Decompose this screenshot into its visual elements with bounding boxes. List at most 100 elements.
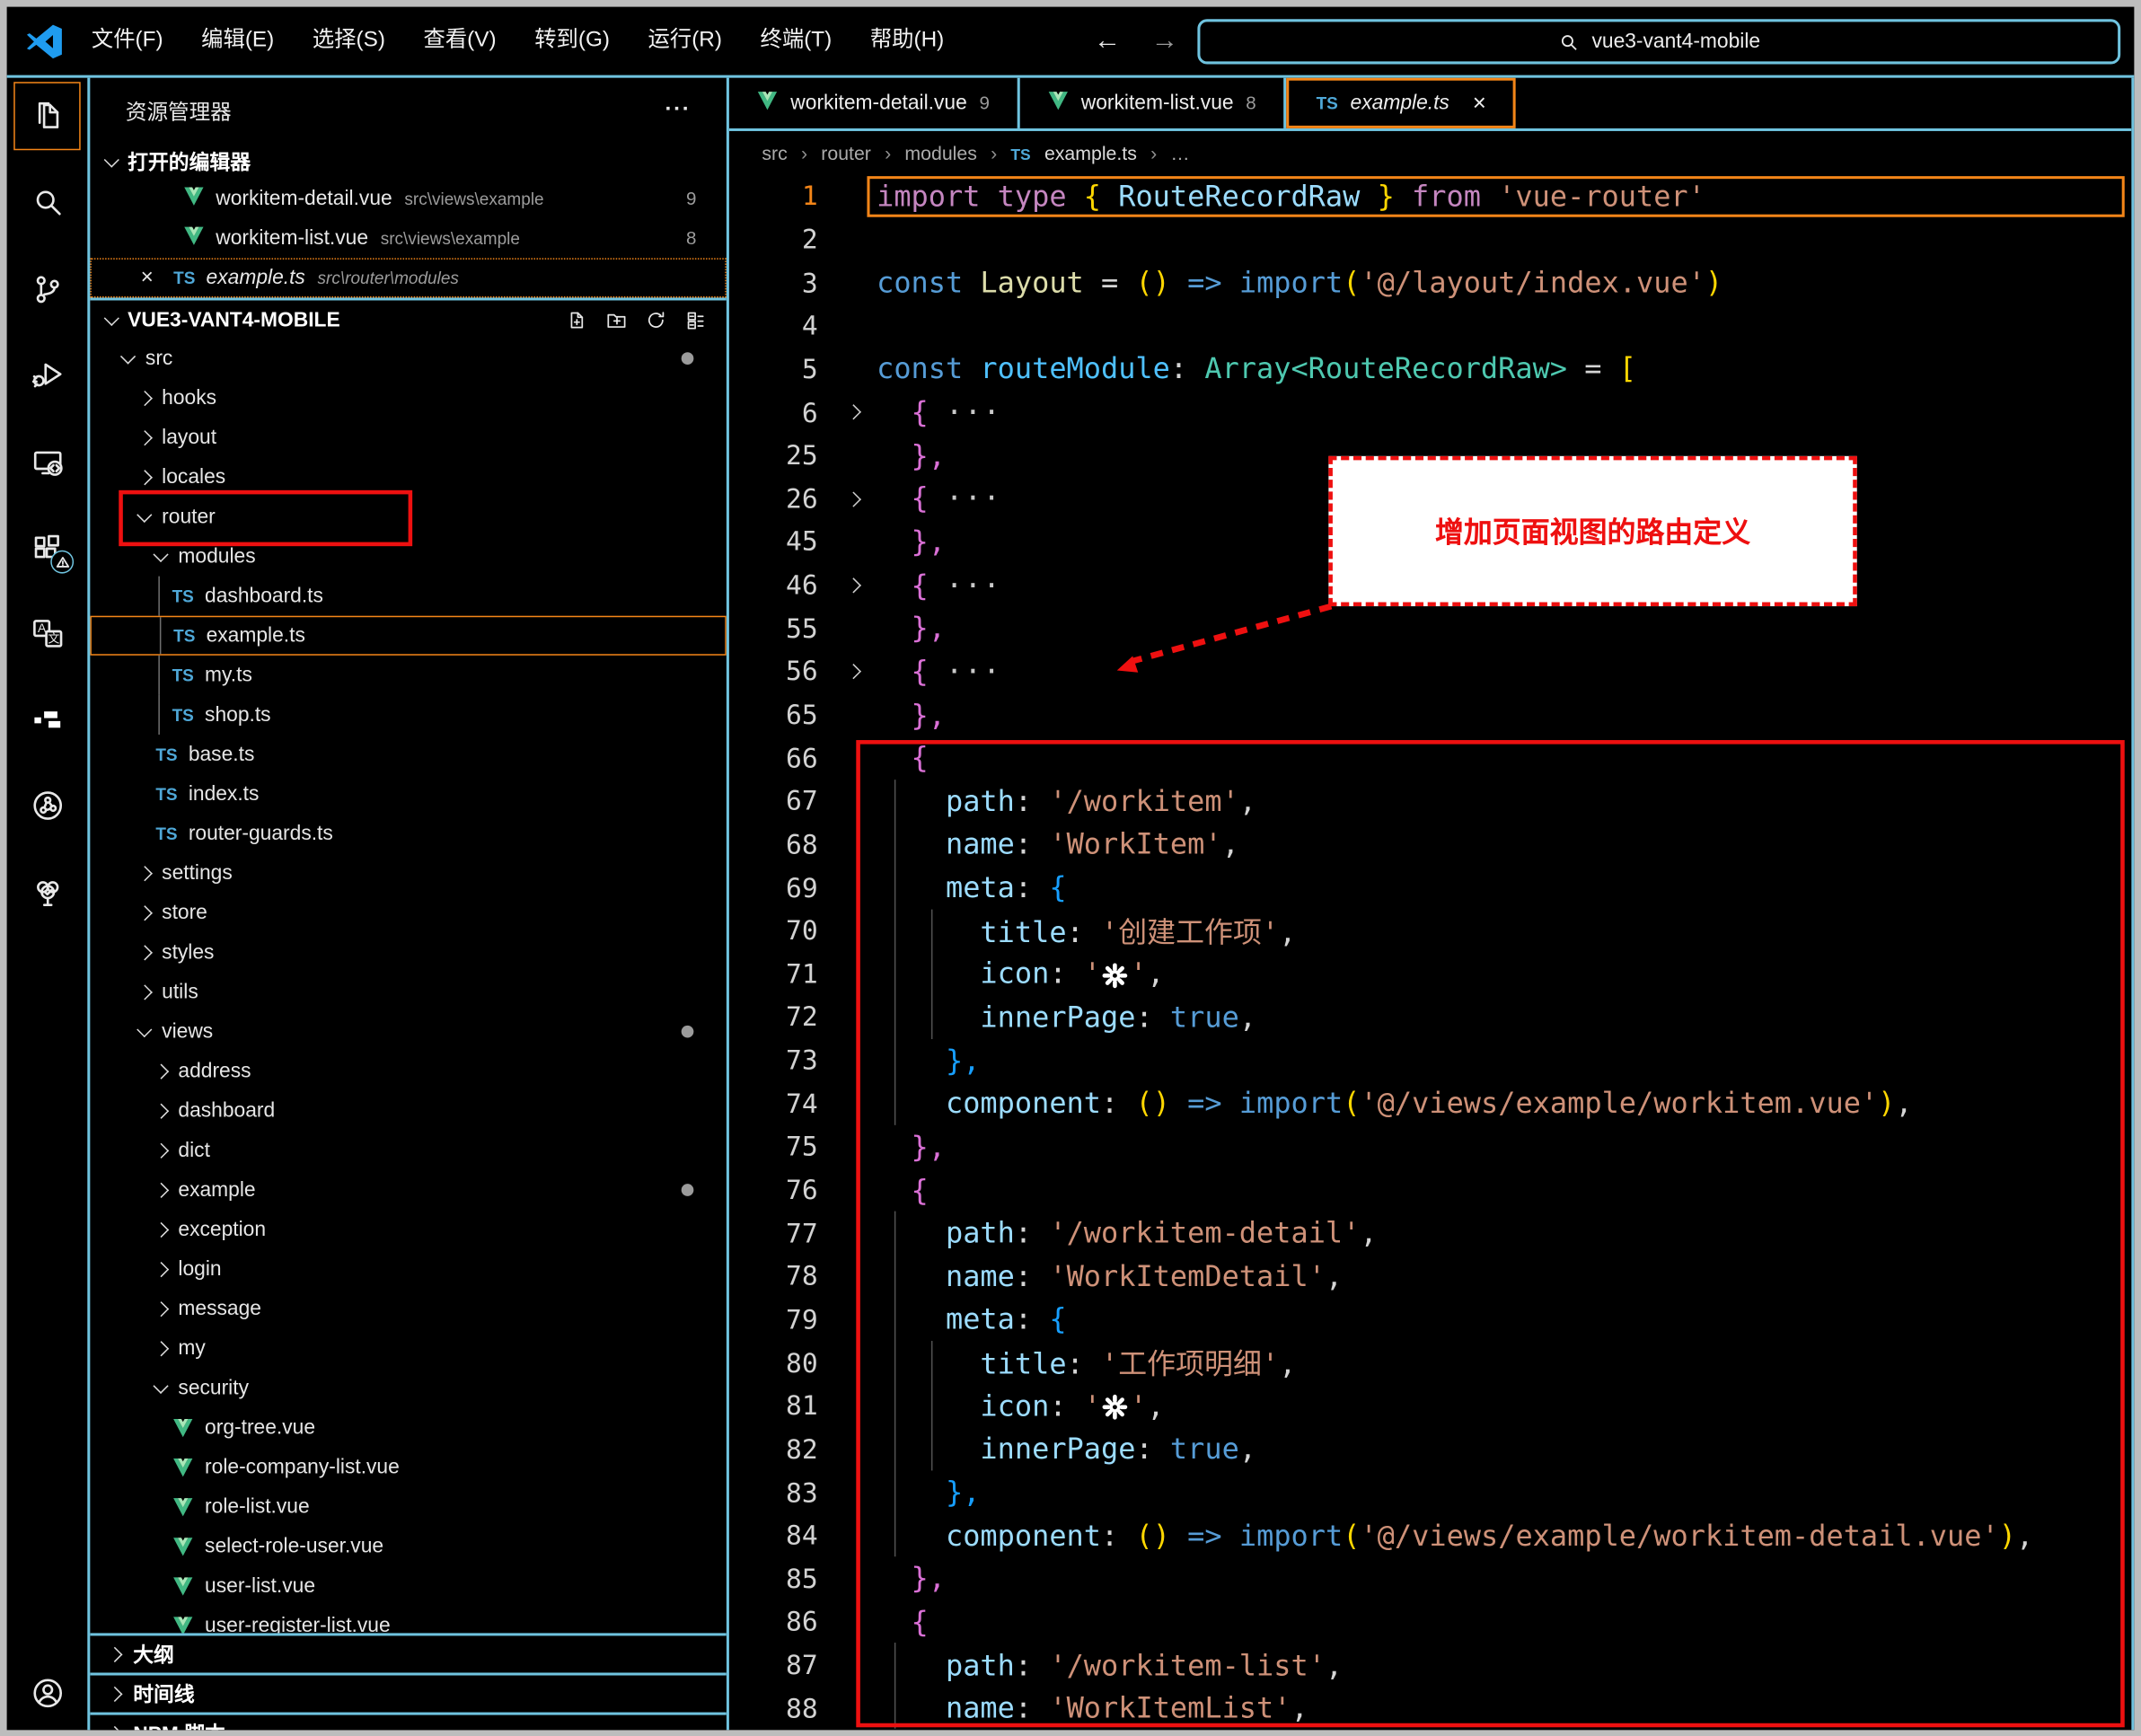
code-area[interactable]: 1import type { RouteRecordRaw } from 'vu… — [729, 175, 2131, 1731]
line-number: 6 — [729, 397, 831, 428]
todo-tree-icon[interactable] — [30, 874, 66, 916]
tree-item-security[interactable]: security — [90, 1368, 727, 1407]
source-control-icon[interactable] — [30, 272, 66, 314]
tree-item-user-list.vue[interactable]: user-list.vue — [90, 1566, 727, 1606]
ts-icon: TS — [155, 784, 177, 803]
tree-item-label: settings — [162, 861, 233, 885]
tab-example.ts[interactable]: TSexample.ts× — [1286, 78, 1516, 128]
tree-item-example[interactable]: example — [90, 1170, 727, 1210]
tree-item-layout[interactable]: layout — [90, 418, 727, 457]
breadcrumb-item[interactable]: modules — [904, 142, 976, 163]
tree-item-base.ts[interactable]: TSbase.ts — [90, 735, 727, 774]
menu-item-2[interactable]: 选择(S) — [294, 7, 405, 75]
tab-workitem-detail.vue[interactable]: workitem-detail.vue9 — [729, 78, 1019, 128]
menu-item-4[interactable]: 转到(G) — [515, 7, 629, 75]
tree-item-views[interactable]: views — [90, 1012, 727, 1052]
code-blocks-icon[interactable] — [30, 701, 66, 744]
menu-item-3[interactable]: 查看(V) — [404, 7, 515, 75]
tree-item-role-company-list.vue[interactable]: role-company-list.vue — [90, 1448, 727, 1487]
chevron-right-icon — [154, 1183, 168, 1197]
breadcrumb-item[interactable]: router — [821, 142, 871, 163]
open-editor-item[interactable]: workitem-detail.vuesrc\views\example9 — [90, 179, 727, 218]
file-path: src\views\example — [381, 229, 520, 248]
tree-item-settings[interactable]: settings — [90, 853, 727, 893]
open-editor-item[interactable]: ×TSexample.tssrc\router\modules — [90, 258, 727, 297]
fold-icon[interactable] — [830, 580, 877, 590]
tree-item-exception[interactable]: exception — [90, 1210, 727, 1249]
code-line-65: 65 }, — [729, 693, 2131, 736]
tree-item-dict[interactable]: dict — [90, 1131, 727, 1170]
ts-icon: TS — [155, 784, 188, 803]
tree-item-message[interactable]: message — [90, 1289, 727, 1328]
tree-item-label: user-list.vue — [205, 1574, 315, 1598]
tree-item-my.ts[interactable]: TSmy.ts — [90, 656, 727, 695]
fold-icon[interactable] — [830, 494, 877, 504]
fold-icon[interactable] — [830, 666, 877, 676]
line-number: 71 — [729, 958, 831, 990]
run-debug-icon[interactable] — [30, 357, 66, 399]
code-line-56: 56 { ··· — [729, 650, 2131, 693]
forward-arrow-icon[interactable]: → — [1151, 25, 1178, 57]
tree-item-select-role-user.vue[interactable]: select-role-user.vue — [90, 1527, 727, 1566]
tree-item-router-guards.ts[interactable]: TSrouter-guards.ts — [90, 814, 727, 853]
timeline-section[interactable]: 时间线 — [90, 1672, 727, 1712]
explorer-icon[interactable] — [30, 98, 66, 140]
menu-item-0[interactable]: 文件(F) — [73, 7, 182, 75]
project-root[interactable]: VUE3-VANT4-MOBILE — [90, 297, 727, 339]
tree-item-src[interactable]: src — [90, 339, 727, 378]
vue-icon — [756, 90, 778, 116]
tree-item-shop.ts[interactable]: TSshop.ts — [90, 695, 727, 735]
open-editor-item[interactable]: workitem-list.vuesrc\views\example8 — [90, 218, 727, 258]
translate-icon[interactable]: A文 — [30, 616, 66, 658]
close-icon[interactable]: × — [141, 266, 173, 290]
tree-item-address[interactable]: address — [90, 1052, 727, 1091]
tree-item-my[interactable]: my — [90, 1328, 727, 1368]
tree-item-label: hooks — [162, 386, 216, 410]
tree-item-role-list.vue[interactable]: role-list.vue — [90, 1487, 727, 1527]
tree-item-styles[interactable]: styles — [90, 932, 727, 972]
code-text: }, — [877, 439, 946, 471]
line-number: 78 — [729, 1261, 831, 1292]
npm-scripts-section[interactable]: NPM 脚本 — [90, 1713, 727, 1731]
command-center-search[interactable]: vue3-vant4-mobile — [1197, 19, 2120, 64]
remote-explorer-icon[interactable] — [30, 445, 66, 488]
tree-item-store[interactable]: store — [90, 893, 727, 932]
tree-item-example.ts[interactable]: TSexample.ts — [90, 616, 727, 656]
tab-close-icon[interactable]: × — [1473, 90, 1486, 117]
tree-item-dashboard.ts[interactable]: TSdashboard.ts — [90, 577, 727, 616]
line-number: 83 — [729, 1476, 831, 1508]
collapse-all-button[interactable] — [684, 308, 708, 331]
refresh-button[interactable] — [645, 308, 668, 331]
outline-section[interactable]: 大纲 — [90, 1633, 727, 1672]
breadcrumb-item[interactable]: src — [762, 142, 787, 163]
more-actions-icon[interactable]: ··· — [665, 98, 691, 122]
account-icon[interactable] — [30, 1676, 66, 1718]
menu-item-5[interactable]: 运行(R) — [629, 7, 741, 75]
menu-item-1[interactable]: 编辑(E) — [182, 7, 294, 75]
back-arrow-icon[interactable]: ← — [1094, 25, 1121, 57]
tree-item-dashboard[interactable]: dashboard — [90, 1091, 727, 1131]
section-open-editors[interactable]: 打开的编辑器 — [90, 144, 727, 180]
line-number: 76 — [729, 1175, 831, 1206]
tree-item-index.ts[interactable]: TSindex.ts — [90, 774, 727, 814]
new-file-button[interactable] — [565, 308, 588, 331]
line-number: 74 — [729, 1088, 831, 1119]
tree-item-utils[interactable]: utils — [90, 973, 727, 1012]
breadcrumb-item[interactable]: … — [1170, 142, 1189, 163]
project-graph-icon[interactable] — [30, 788, 66, 830]
search-icon[interactable] — [30, 184, 66, 226]
tree-item-org-tree.vue[interactable]: org-tree.vue — [90, 1408, 727, 1448]
tree-item-hooks[interactable]: hooks — [90, 378, 727, 418]
breadcrumb-item[interactable]: example.ts — [1044, 142, 1137, 163]
tree-item-login[interactable]: login — [90, 1249, 727, 1289]
tab-workitem-list.vue[interactable]: workitem-list.vue8 — [1019, 78, 1286, 128]
ts-icon: TS — [1317, 94, 1338, 113]
line-number: 82 — [729, 1433, 831, 1465]
new-folder-button[interactable] — [605, 308, 629, 331]
fold-icon[interactable] — [830, 407, 877, 417]
tree-item-label: shop.ts — [205, 703, 271, 727]
modified-dot-badge — [682, 1026, 694, 1038]
tree-item-label: layout — [162, 426, 216, 449]
menu-item-6[interactable]: 终端(T) — [741, 7, 850, 75]
menu-item-7[interactable]: 帮助(H) — [851, 7, 964, 75]
